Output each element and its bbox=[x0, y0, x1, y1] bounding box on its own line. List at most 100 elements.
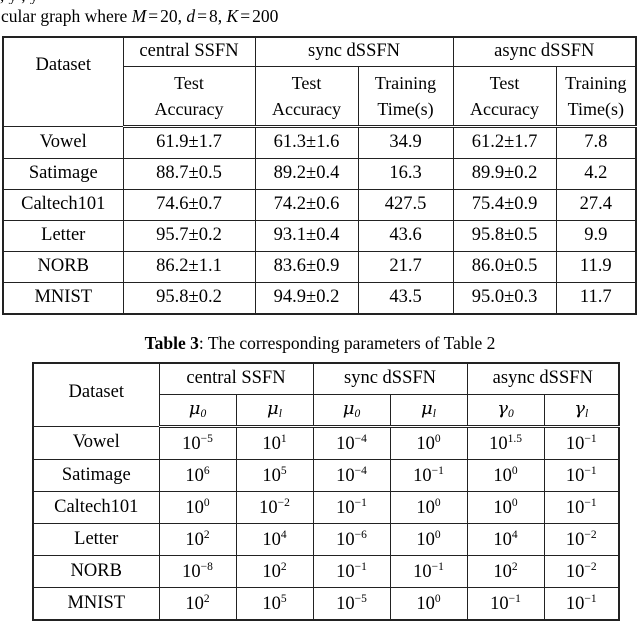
table-row: Caltech101 100 10−2 10−1 100 100 10−1 bbox=[32, 491, 621, 524]
sep-1: , bbox=[217, 6, 223, 26]
table3-cell: 104 bbox=[235, 523, 314, 556]
table3-cell: 10−4 bbox=[312, 459, 391, 492]
greek-subscript: 0 bbox=[354, 408, 361, 421]
power-of-ten: 10−1 bbox=[565, 593, 597, 614]
table3-cell: 100 bbox=[466, 459, 545, 492]
greek-subscript: 0 bbox=[508, 408, 514, 421]
table2-cell: 427.5 bbox=[357, 189, 454, 221]
power-base: 10 bbox=[182, 561, 201, 582]
power-of-ten: 105 bbox=[262, 465, 286, 486]
symbol-K: K bbox=[226, 6, 239, 26]
table2-group-header-row: Dataset central SSFN sync dSSFN async dS… bbox=[2, 36, 638, 127]
greek-symbol: μ bbox=[342, 398, 355, 420]
table-row: Letter 95.7±0.2 93.1±0.4 43.6 95.8±0.5 9.9 bbox=[2, 220, 638, 252]
table2-cell: 4.2 bbox=[555, 158, 638, 190]
power-exponent: −1 bbox=[584, 432, 597, 445]
power-exponent: 2 bbox=[511, 560, 518, 573]
power-base: 10 bbox=[185, 593, 204, 614]
table-row: Satimage 106 105 10−4 10−1 100 10−1 bbox=[32, 459, 621, 492]
power-base: 10 bbox=[262, 529, 281, 550]
power-of-ten: 10−1 bbox=[566, 464, 597, 486]
power-base: 10 bbox=[336, 593, 355, 614]
table3-cell: 102 bbox=[466, 555, 545, 588]
power-exponent: −1 bbox=[584, 496, 597, 509]
table2-cell: 95.8±0.5 bbox=[452, 220, 557, 252]
table3-dataset-header: Dataset bbox=[32, 362, 160, 427]
table2-cell: 89.9±0.2 bbox=[452, 158, 557, 190]
table2-row-dataset: Letter bbox=[2, 220, 124, 252]
power-of-ten: 101.5 bbox=[489, 432, 522, 454]
power-exponent: 0 bbox=[434, 432, 441, 445]
table3-cell: 10−1 bbox=[389, 459, 468, 492]
table2-cell: 95.0±0.3 bbox=[452, 282, 557, 315]
table-3-caption-text: The corresponding parameters of Table 2 bbox=[207, 333, 496, 353]
table2-cell: 61.3±1.6 bbox=[254, 126, 359, 159]
power-base: 10 bbox=[185, 497, 204, 518]
table3-cell: 10−1 bbox=[312, 555, 391, 588]
table2-cell: 11.9 bbox=[555, 251, 638, 283]
table3-cell: 10−2 bbox=[235, 491, 314, 524]
table2-subheader-2-line2: Time(s) bbox=[377, 99, 434, 119]
table3-group-header-row: Dataset central SSFN sync dSSFN async dS… bbox=[32, 362, 621, 427]
power-base: 10 bbox=[565, 593, 585, 614]
table2-subheader-2: Training Time(s) bbox=[357, 66, 454, 128]
table2-cell: 9.9 bbox=[555, 220, 638, 252]
table-row: Letter 102 104 10−6 100 104 10−2 bbox=[32, 523, 621, 556]
table3-cell: 10−1 bbox=[466, 587, 545, 621]
table3-subheader-2: μ0 bbox=[312, 394, 391, 428]
power-base: 10 bbox=[489, 433, 508, 454]
table3-cell: 10−1 bbox=[543, 426, 621, 460]
power-base: 10 bbox=[262, 593, 281, 614]
table2-group-sync-dssfn: sync dSSFN bbox=[254, 36, 454, 67]
power-of-ten: 10−1 bbox=[336, 497, 367, 518]
power-base: 10 bbox=[336, 433, 355, 454]
power-exponent: 4 bbox=[280, 528, 287, 541]
power-of-ten: 10−1 bbox=[566, 496, 597, 518]
power-of-ten: 10−1 bbox=[336, 561, 367, 582]
power-of-ten: 102 bbox=[262, 561, 286, 582]
power-exponent: −1 bbox=[431, 464, 444, 477]
table2-row-dataset: Caltech101 bbox=[2, 189, 124, 221]
power-base: 10 bbox=[262, 433, 281, 454]
table2-subheader-1: Test Accuracy bbox=[254, 66, 359, 128]
table2-cell: 83.6±0.9 bbox=[254, 251, 359, 283]
table2-subheader-3: Test Accuracy bbox=[452, 66, 557, 128]
table2-subheader-3-line1: Test bbox=[489, 73, 520, 93]
table2-cell: 94.9±0.2 bbox=[254, 282, 359, 315]
table3-cell: 10−8 bbox=[158, 555, 237, 588]
table2-cell: 21.7 bbox=[357, 251, 454, 283]
table3-cell: 105 bbox=[235, 459, 314, 492]
value-M: 20 bbox=[160, 6, 178, 26]
symbol-M: M bbox=[131, 6, 147, 26]
power-of-ten: 10−6 bbox=[336, 528, 367, 550]
power-base: 10 bbox=[416, 593, 435, 614]
power-exponent: −6 bbox=[354, 528, 367, 541]
power-of-ten: 106 bbox=[185, 464, 210, 486]
intro-text-line: cular graph where M = 20, d = 8, K = 200 bbox=[1, 6, 279, 26]
table3-cell: 10−1 bbox=[543, 491, 621, 524]
table3-subheader-1: μl bbox=[235, 394, 314, 428]
table2-cell: 7.8 bbox=[555, 126, 638, 159]
table3-cell: 100 bbox=[389, 426, 468, 460]
table2-group-central-ssfn: central SSFN bbox=[122, 36, 256, 67]
symbol-d: d bbox=[186, 6, 196, 26]
power-exponent: −8 bbox=[200, 560, 213, 573]
table3-row-dataset: Satimage bbox=[32, 459, 160, 492]
power-base: 10 bbox=[336, 497, 355, 518]
value-K: 200 bbox=[252, 6, 279, 26]
power-exponent: 0 bbox=[203, 496, 210, 509]
power-base: 10 bbox=[493, 497, 512, 518]
table2-row-dataset: Satimage bbox=[2, 158, 124, 190]
table2-cell: 86.0±0.5 bbox=[452, 251, 557, 283]
power-exponent: 1 bbox=[280, 432, 287, 445]
power-exponent: −1 bbox=[584, 464, 597, 477]
table3-cell: 102 bbox=[158, 587, 237, 621]
power-exponent: 1.5 bbox=[507, 432, 522, 445]
greek-subscript: l bbox=[278, 408, 282, 421]
power-of-ten: 10−5 bbox=[336, 593, 367, 614]
power-exponent: 6 bbox=[203, 464, 210, 477]
power-base: 10 bbox=[336, 561, 355, 582]
power-of-ten: 100 bbox=[416, 593, 440, 614]
table-3-caption: Table 3: The corresponding parameters of… bbox=[0, 333, 640, 354]
power-of-ten: 10−1 bbox=[413, 561, 444, 582]
